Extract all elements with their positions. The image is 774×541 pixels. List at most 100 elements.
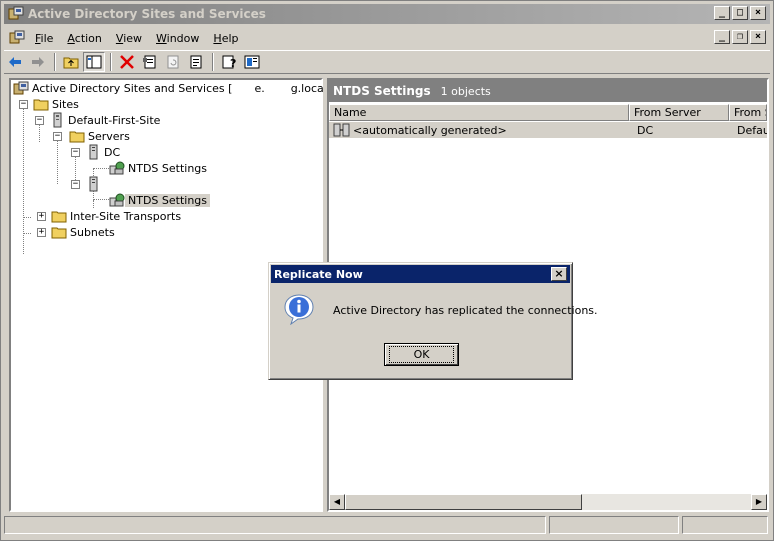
menu-bar: File Action View Window Help _ ❐ × <box>4 27 770 49</box>
tree-item-server-2[interactable] <box>87 176 107 192</box>
status-pane-3 <box>682 516 768 534</box>
minimize-button[interactable]: _ <box>714 6 730 20</box>
details-header-count: 1 objects <box>440 84 491 98</box>
tree-item-default-site[interactable]: Default-First-Site <box>51 112 163 128</box>
tree-connector <box>93 199 109 200</box>
up-folder-icon[interactable] <box>60 52 82 72</box>
export-list-icon[interactable] <box>185 52 207 72</box>
back-arrow-icon[interactable] <box>4 52 26 72</box>
tree-item-dc[interactable]: DC <box>87 144 123 160</box>
dialog-title: Replicate Now <box>274 267 363 281</box>
console-doc-icon[interactable] <box>8 29 26 47</box>
menu-action[interactable]: Action <box>60 32 108 45</box>
tree-item-ntds-server-2[interactable]: NTDS Settings <box>109 192 211 208</box>
refresh-icon[interactable] <box>162 52 184 72</box>
tree-item-inter-site[interactable]: Inter-Site Transports <box>51 208 184 224</box>
expander-inter-site[interactable]: + <box>37 212 46 221</box>
menu-window-rest: indow <box>166 31 200 45</box>
server-icon <box>89 176 98 192</box>
properties-icon[interactable] <box>139 52 161 72</box>
menu-window-accel: W <box>156 31 167 45</box>
toolbar-separator <box>110 53 112 71</box>
expander-dc[interactable]: − <box>71 148 80 157</box>
window-title: Active Directory Sites and Services <box>28 7 266 21</box>
menu-help[interactable]: Help <box>206 32 245 45</box>
menu-help-rest: elp <box>221 31 239 45</box>
tree-item-subnets[interactable]: Subnets <box>51 224 118 240</box>
tree-connector <box>23 104 24 254</box>
cell-name: <automatically generated> <box>353 123 507 137</box>
column-headers: Name From Server From S <box>329 104 767 121</box>
menu-file-rest: ile <box>40 31 54 45</box>
list-item[interactable]: <automatically generated> DC Defaul <box>329 122 767 138</box>
menu-help-accel: H <box>213 31 222 45</box>
cell-from-site: Defaul <box>737 123 767 137</box>
column-header-name[interactable]: Name <box>329 104 629 121</box>
expander-sites[interactable]: − <box>19 100 28 109</box>
tree-label-ntds-dc: NTDS Settings <box>128 161 208 175</box>
tree-item-sites[interactable]: Sites <box>33 96 82 112</box>
close-button[interactable]: × <box>750 6 766 20</box>
connection-icon <box>333 123 350 137</box>
status-pane-main <box>4 516 546 534</box>
ok-button[interactable]: OK <box>384 343 459 366</box>
expander-server-2[interactable]: − <box>71 180 80 189</box>
tree-root-middle: e. <box>254 81 265 95</box>
ok-button-label: OK <box>388 346 455 363</box>
ad-sites-icon <box>13 81 29 95</box>
menu-action-accel: A <box>67 31 75 45</box>
child-restore-button[interactable]: ❐ <box>732 30 748 44</box>
column-header-from-site[interactable]: From S <box>729 104 767 121</box>
tree-label-root: Active Directory Sites and Services [e. g… <box>29 82 334 95</box>
horizontal-scrollbar[interactable]: ◀ ▶ <box>329 494 767 510</box>
console-icon[interactable] <box>241 52 263 72</box>
ntds-settings-icon <box>109 161 125 175</box>
show-hide-tree-icon[interactable] <box>83 52 105 72</box>
server-icon <box>89 144 98 160</box>
expander-servers[interactable]: − <box>53 132 62 141</box>
dialog-title-bar[interactable]: Replicate Now × <box>271 265 570 283</box>
menu-window[interactable]: Window <box>149 32 206 45</box>
column-header-from-server[interactable]: From Server <box>629 104 729 121</box>
tree-item-servers[interactable]: Servers <box>69 128 133 144</box>
folder-icon <box>69 131 85 143</box>
toolbar-separator <box>212 53 214 71</box>
folder-icon <box>33 99 49 111</box>
dialog-close-button[interactable]: × <box>551 267 567 281</box>
title-bar[interactable]: Active Directory Sites and Services _ □ … <box>4 4 770 24</box>
menu-view-rest: iew <box>123 31 143 45</box>
scroll-right-button[interactable]: ▶ <box>751 494 767 510</box>
menu-file[interactable]: File <box>28 32 60 45</box>
menu-action-rest: ction <box>74 31 102 45</box>
scroll-thumb[interactable] <box>345 494 582 510</box>
dialog-message: Active Directory has replicated the conn… <box>333 304 598 317</box>
toolbar: ? <box>4 50 770 74</box>
expander-subnets[interactable]: + <box>37 228 46 237</box>
menu-view[interactable]: View <box>109 32 149 45</box>
replicate-now-dialog: Replicate Now × Active Directory has rep… <box>268 262 598 380</box>
help-icon[interactable]: ? <box>218 52 240 72</box>
expander-default-site[interactable]: − <box>35 116 44 125</box>
cell-from-server: DC <box>637 123 654 137</box>
status-pane-2 <box>549 516 679 534</box>
tree-connector <box>93 200 94 208</box>
child-minimize-button[interactable]: _ <box>714 30 730 44</box>
child-close-button[interactable]: × <box>750 30 766 44</box>
maximize-button[interactable]: □ <box>732 6 748 20</box>
tree-connector <box>23 233 31 234</box>
tree-item-root[interactable]: Active Directory Sites and Services [e. g… <box>13 80 334 96</box>
scroll-left-button[interactable]: ◀ <box>329 494 345 510</box>
toolbar-separator <box>54 53 56 71</box>
tree-root-prefix: Active Directory Sites and Services [ <box>32 81 233 95</box>
information-icon <box>284 294 314 325</box>
ntds-settings-icon <box>109 193 125 207</box>
tree-label-inter-site: Inter-Site Transports <box>70 209 182 223</box>
tree-label-dc: DC <box>104 145 121 159</box>
forward-arrow-icon[interactable] <box>27 52 49 72</box>
status-bar <box>4 516 770 536</box>
delete-icon[interactable] <box>116 52 138 72</box>
tree-item-ntds-dc[interactable]: NTDS Settings <box>109 160 210 176</box>
tree-connector <box>57 136 58 184</box>
folder-icon <box>51 227 67 239</box>
tree-connector <box>23 217 31 218</box>
